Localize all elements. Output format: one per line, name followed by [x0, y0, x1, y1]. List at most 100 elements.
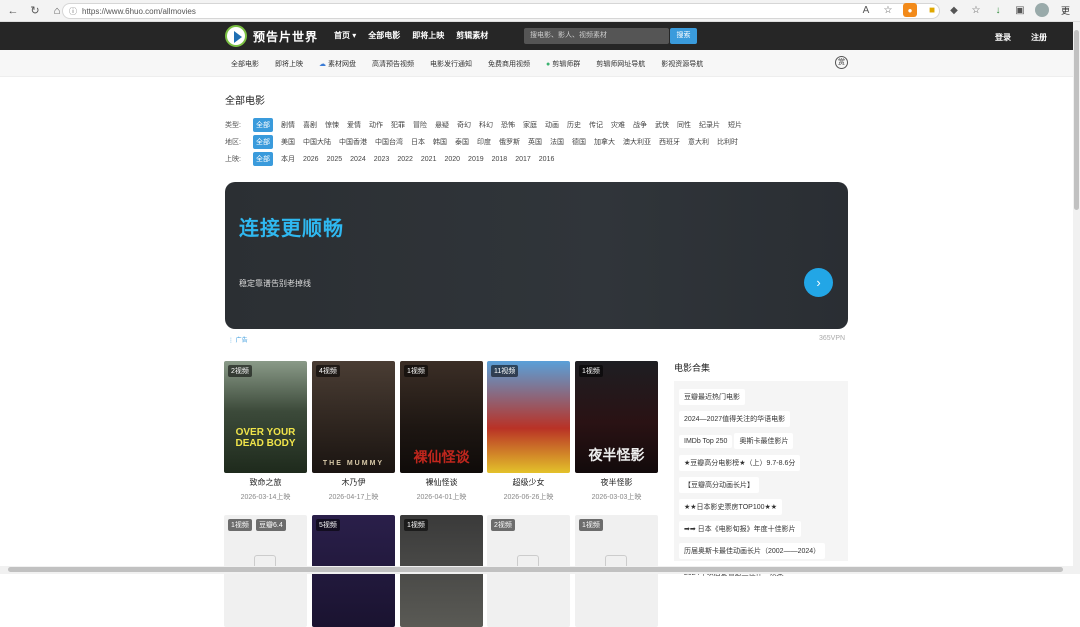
downloads-icon[interactable]: ↓ [991, 3, 1005, 17]
filter-option[interactable]: 犯罪 [391, 120, 405, 130]
address-bar[interactable]: ⓘ https://www.6huo.com/allmovies [62, 3, 940, 19]
filter-option[interactable]: 澳大利亚 [623, 137, 651, 147]
subnav-material-drive[interactable]: ☁ 素材网盘 [319, 59, 356, 69]
movie-title[interactable]: 裸仙怪谈 [400, 477, 483, 488]
movie-title[interactable]: 超级少女 [487, 477, 570, 488]
movie-title[interactable]: 致命之旅 [224, 477, 307, 488]
reward-icon[interactable]: 赏 [835, 56, 848, 69]
filter-option[interactable]: 2019 [468, 156, 484, 163]
filter-option[interactable]: 恐怖 [501, 120, 515, 130]
filter-option[interactable]: 剧情 [281, 120, 295, 130]
filter-option[interactable]: 2024 [350, 156, 366, 163]
nav-coming-soon[interactable]: 即将上映 [412, 30, 444, 41]
filter-option[interactable]: 2022 [397, 156, 413, 163]
filter-option[interactable]: 俄罗斯 [499, 137, 520, 147]
filter-option[interactable]: 惊悚 [325, 120, 339, 130]
filter-option[interactable]: 同性 [677, 120, 691, 130]
filter-option[interactable]: 爱情 [347, 120, 361, 130]
filter-option[interactable]: 中国香港 [339, 137, 367, 147]
movie-poster[interactable]: 1视频 裸仙怪谈 [400, 361, 483, 473]
favorites-icon[interactable]: ☆ [969, 3, 983, 17]
movie-poster[interactable]: 2视频 OVER YOUR DEAD BODY [224, 361, 307, 473]
search-button[interactable]: 搜索 [670, 28, 697, 44]
filter-option[interactable]: 英国 [528, 137, 542, 147]
filter-option[interactable]: 传记 [589, 120, 603, 130]
filter-option[interactable]: 比利时 [717, 137, 738, 147]
collection-tag[interactable]: 【豆瓣高分动画长片】 [679, 477, 759, 493]
movie-title[interactable]: 木乃伊 [312, 477, 395, 488]
horizontal-scroll-thumb[interactable] [8, 567, 1063, 572]
subnav-free-videos[interactable]: 免费商用视频 [488, 59, 530, 69]
filter-option[interactable]: 法国 [550, 137, 564, 147]
filter-option[interactable]: 德国 [572, 137, 586, 147]
filter-option[interactable]: 全部 [253, 118, 273, 132]
collection-tag[interactable]: 历届奥斯卡最佳动画长片（2002——2024） [679, 543, 826, 559]
more-menu[interactable]: 更 [1061, 4, 1070, 17]
collections-icon[interactable]: ▣ [1013, 3, 1027, 17]
filter-option[interactable]: 奇幻 [457, 120, 471, 130]
collection-tag[interactable]: 2024—2027值得关注的华语电影 [679, 411, 791, 427]
subnav-hd-trailers[interactable]: 高清预告视频 [372, 59, 414, 69]
filter-option[interactable]: 本月 [281, 154, 295, 164]
filter-option[interactable]: 日本 [411, 137, 425, 147]
filter-option[interactable]: 印度 [477, 137, 491, 147]
filter-option[interactable]: 中国台湾 [375, 137, 403, 147]
filter-option[interactable]: 2026 [303, 156, 319, 163]
filter-option[interactable]: 短片 [728, 120, 742, 130]
reload-icon[interactable]: ↻ [26, 2, 44, 20]
collection-tag[interactable]: ★★日本影史票房TOP100★★ [679, 499, 783, 515]
ad-banner[interactable]: 连接更顺畅 稳定靠谱告别老掉线 › [225, 182, 848, 329]
filter-option[interactable]: 泰国 [455, 137, 469, 147]
filter-option[interactable]: 全部 [253, 135, 273, 149]
filter-option[interactable]: 动作 [369, 120, 383, 130]
collection-tag[interactable]: 豆瓣最近热门电影 [679, 389, 745, 405]
subnav-release-notice[interactable]: 电影发行通知 [430, 59, 472, 69]
filter-option[interactable]: 冒险 [413, 120, 427, 130]
filter-option[interactable]: 2025 [327, 156, 343, 163]
filter-option[interactable]: 意大利 [688, 137, 709, 147]
collection-tag[interactable]: 奥斯卡最佳影片 [734, 433, 794, 449]
filter-option[interactable]: 2021 [421, 156, 437, 163]
filter-option[interactable]: 灾难 [611, 120, 625, 130]
filter-option[interactable]: 纪录片 [699, 120, 720, 130]
filter-option[interactable]: 动画 [545, 120, 559, 130]
filter-option[interactable]: 美国 [281, 137, 295, 147]
filter-option[interactable]: 武侠 [655, 120, 669, 130]
filter-option[interactable]: 加拿大 [594, 137, 615, 147]
filter-option[interactable]: 中国大陆 [303, 137, 331, 147]
subnav-editor-nav[interactable]: 剪辑师网址导航 [596, 59, 645, 69]
filter-option[interactable]: 2016 [539, 156, 555, 163]
filter-option[interactable]: 历史 [567, 120, 581, 130]
filter-option[interactable]: 悬疑 [435, 120, 449, 130]
collection-tag[interactable]: IMDb Top 250 [679, 435, 733, 448]
profile-avatar[interactable] [1034, 3, 1049, 17]
subnav-coming-soon[interactable]: 即将上映 [275, 59, 303, 69]
login-link[interactable]: 登录 [995, 32, 1011, 43]
filter-option[interactable]: 科幻 [479, 120, 493, 130]
subnav-resource-nav[interactable]: 影视资源导航 [661, 59, 703, 69]
search-input[interactable]: 搜电影、影人、视频素材 [524, 28, 669, 44]
vertical-scroll-thumb[interactable] [1074, 30, 1079, 210]
filter-option[interactable]: 2018 [492, 156, 508, 163]
extension-folder-icon[interactable]: ■ [925, 3, 939, 17]
site-logo[interactable]: 预告片世界 [225, 25, 318, 47]
favorite-star-icon[interactable]: ☆ [881, 3, 895, 17]
collection-tag[interactable]: ➡➡ 日本《电影旬报》年度十佳影片 [679, 521, 801, 537]
read-aloud-icon[interactable]: A [859, 3, 873, 17]
nav-home[interactable]: 首页 ▾ [334, 30, 356, 41]
nav-all-movies[interactable]: 全部电影 [368, 30, 400, 41]
subnav-editor-group[interactable]: ● 剪辑师群 [546, 59, 580, 69]
extension-orange-icon[interactable]: ● [902, 3, 917, 17]
filter-option[interactable]: 全部 [253, 152, 273, 166]
arrow-right-icon[interactable]: › [804, 268, 833, 297]
movie-poster[interactable]: 4视频 THE MUMMY [312, 361, 395, 473]
register-link[interactable]: 注册 [1031, 32, 1047, 43]
movie-poster[interactable]: 11视频 [487, 361, 570, 473]
filter-option[interactable]: 2020 [444, 156, 460, 163]
subnav-all-movies[interactable]: 全部电影 [231, 59, 259, 69]
movie-poster[interactable]: 1视频 夜半怪影 [575, 361, 658, 473]
back-icon[interactable]: ← [4, 2, 22, 20]
collection-tag[interactable]: ★豆瓣高分电影榜★（上）9.7-8.6分 [679, 455, 801, 471]
filter-option[interactable]: 喜剧 [303, 120, 317, 130]
filter-option[interactable]: 2017 [515, 156, 531, 163]
